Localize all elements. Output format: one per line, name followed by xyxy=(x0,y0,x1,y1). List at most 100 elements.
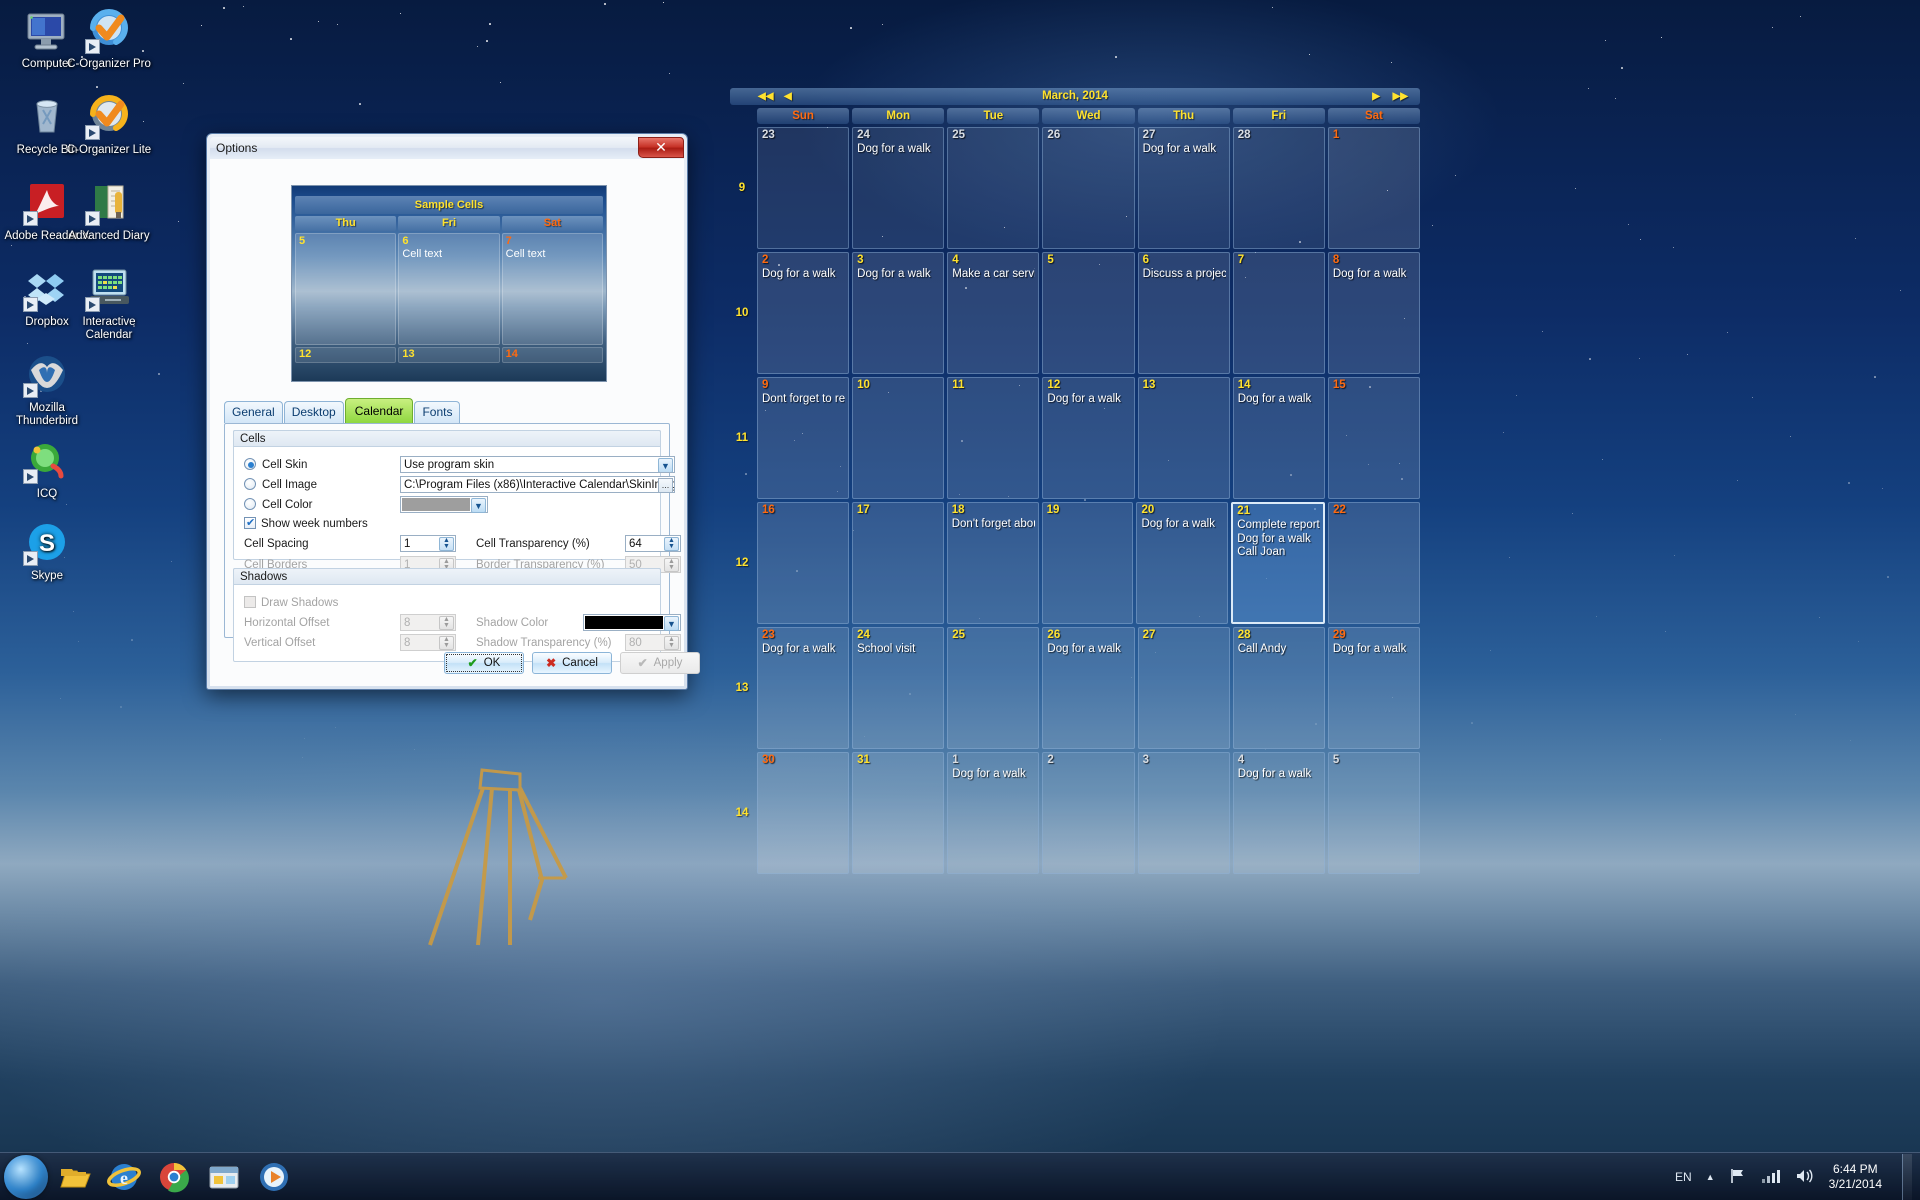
show-hidden-icons-icon[interactable]: ▲ xyxy=(1706,1172,1715,1182)
calendar-day-cell[interactable]: 23 Dog for a walk xyxy=(757,627,849,749)
calendar-day-cell[interactable]: 19 xyxy=(1042,502,1134,624)
ok-button[interactable]: ✔ OK xyxy=(444,652,524,674)
calendar-day-cell[interactable]: 27 xyxy=(1138,627,1230,749)
calendar-day-cell[interactable]: 29 Dog for a walk xyxy=(1328,627,1420,749)
system-tray[interactable]: EN ▲ 6:44 PM 3/21/2014 xyxy=(1675,1153,1920,1200)
calendar-day-cell[interactable]: 21 Complete report Dog for a walk Call Joan xyxy=(1231,502,1325,624)
calendar-day-cell[interactable]: 22 xyxy=(1328,502,1420,624)
calendar-day-cell[interactable]: 23 xyxy=(757,127,849,249)
desktop-icon-skype[interactable]: S Skype xyxy=(4,518,90,583)
calendar-event[interactable]: Dont forget to re... xyxy=(762,393,845,407)
calendar-day-cell[interactable]: 2 Dog for a walk xyxy=(757,252,849,374)
flag-icon[interactable] xyxy=(1729,1168,1747,1187)
chevron-down-icon[interactable]: ▼ xyxy=(471,498,486,513)
calendar-day-cell[interactable]: 13 xyxy=(1138,377,1230,499)
cell-skin-combobox[interactable]: Use program skin ▼ xyxy=(400,456,675,473)
desktop-icon-thunderbird[interactable]: Mozilla Thunderbird xyxy=(4,350,90,428)
calendar-day-cell[interactable]: 8 Dog for a walk xyxy=(1328,252,1420,374)
calendar-event[interactable]: Dog for a walk xyxy=(1238,393,1321,407)
calendar-grid[interactable]: 9 23 24 Dog for a walk 25 26 27 Dog for a walk 2… xyxy=(730,127,1420,874)
calendar-event[interactable]: Don't forget abou... xyxy=(952,518,1035,532)
calendar-day-cell[interactable]: 17 xyxy=(852,502,944,624)
next-month-button[interactable]: ▶ xyxy=(1372,88,1380,105)
calendar-day-cell[interactable]: 4 Dog for a walk xyxy=(1233,752,1325,874)
calendar-day-cell[interactable]: 4 Make a car service xyxy=(947,252,1039,374)
chevron-down-icon[interactable]: ▼ xyxy=(658,458,673,473)
calendar-day-cell[interactable]: 7 xyxy=(1233,252,1325,374)
cell-image-option[interactable]: Cell Image xyxy=(244,478,317,491)
calendar-day-cell[interactable]: 15 xyxy=(1328,377,1420,499)
taskbar[interactable]: e EN ▲ 6:44 PM 3/21/2014 xyxy=(0,1152,1920,1200)
cell-transparency-stepper[interactable]: 64 ▲ ▼ xyxy=(625,535,681,552)
dialog-titlebar[interactable]: Options ✕ xyxy=(210,137,684,159)
desktop-icon-c-organizer-pro[interactable]: C-Organizer Pro xyxy=(66,6,152,71)
calendar-day-cell[interactable]: 30 xyxy=(757,752,849,874)
calendar-event[interactable]: Dog for a walk xyxy=(1143,143,1226,157)
options-dialog[interactable]: Options ✕ Sample Cells Thu Fri Sat 5 6 C… xyxy=(206,133,688,690)
calendar-day-cell[interactable]: 31 xyxy=(852,752,944,874)
taskbar-media-player-icon[interactable] xyxy=(256,1159,292,1195)
previous-month-button[interactable]: ◀ xyxy=(784,88,792,105)
calendar-day-cell[interactable]: 25 xyxy=(947,627,1039,749)
calendar-day-cell[interactable]: 11 xyxy=(947,377,1039,499)
cell-color-option[interactable]: Cell Color xyxy=(244,498,313,511)
calendar-event[interactable]: Dog for a walk xyxy=(1141,518,1224,532)
cell-color-picker[interactable]: ▼ xyxy=(400,496,488,513)
calendar-day-cell[interactable]: 14 Dog for a walk xyxy=(1233,377,1325,499)
network-icon[interactable] xyxy=(1761,1168,1781,1187)
calendar-day-cell[interactable]: 26 xyxy=(1042,127,1134,249)
calendar-day-cell[interactable]: 2 xyxy=(1042,752,1134,874)
taskbar-file-manager-icon[interactable] xyxy=(206,1159,242,1195)
taskbar-google-chrome-icon[interactable] xyxy=(156,1159,192,1195)
calendar-day-cell[interactable]: 12 Dog for a walk xyxy=(1042,377,1134,499)
taskbar-windows-explorer-icon[interactable] xyxy=(58,1159,94,1195)
calendar-event[interactable]: Dog for a walk xyxy=(857,143,940,157)
cancel-button[interactable]: ✖ Cancel xyxy=(532,652,612,674)
options-tabstrip[interactable]: General Desktop Calendar Fonts xyxy=(224,398,461,423)
calendar-day-cell[interactable]: 28 xyxy=(1233,127,1325,249)
calendar-day-cell[interactable]: 25 xyxy=(947,127,1039,249)
calendar-event[interactable]: School visit xyxy=(857,643,940,657)
start-button[interactable] xyxy=(4,1155,48,1199)
cell-color-radio[interactable] xyxy=(244,498,256,510)
browse-button[interactable]: ... xyxy=(658,478,673,493)
tab-desktop[interactable]: Desktop xyxy=(284,401,344,423)
calendar-event[interactable]: Call Joan xyxy=(1237,546,1320,560)
calendar-day-cell[interactable]: 18 Don't forget abou... xyxy=(947,502,1039,624)
calendar-day-cell[interactable]: 26 Dog for a walk xyxy=(1042,627,1134,749)
calendar-day-cell[interactable]: 24 School visit xyxy=(852,627,944,749)
spinner-arrows-icon[interactable]: ▲ ▼ xyxy=(439,537,454,551)
calendar-event[interactable]: Dog for a walk xyxy=(1047,393,1130,407)
close-icon[interactable]: ✕ xyxy=(638,137,684,158)
calendar-event[interactable]: Dog for a walk xyxy=(1333,268,1416,282)
calendar-event[interactable]: Complete report xyxy=(1237,519,1320,533)
calendar-day-cell[interactable]: 9 Dont forget to re... xyxy=(757,377,849,499)
language-indicator[interactable]: EN xyxy=(1675,1170,1692,1184)
calendar-day-cell[interactable]: 24 Dog for a walk xyxy=(852,127,944,249)
calendar-event[interactable]: Dog for a walk xyxy=(1333,643,1416,657)
taskbar-internet-explorer-icon[interactable]: e xyxy=(106,1159,142,1195)
calendar-day-cell[interactable]: 16 xyxy=(757,502,849,624)
calendar-day-cell[interactable]: 10 xyxy=(852,377,944,499)
calendar-day-cell[interactable]: 3 xyxy=(1138,752,1230,874)
calendar-day-cell[interactable]: 1 xyxy=(1328,127,1420,249)
show-week-numbers-option[interactable]: Show week numbers xyxy=(244,517,368,530)
show-desktop-button[interactable] xyxy=(1902,1154,1912,1200)
desktop-icon-icq[interactable]: ICQ xyxy=(4,436,90,501)
calendar-event[interactable]: Dog for a walk xyxy=(857,268,940,282)
calendar-event[interactable]: Dog for a walk xyxy=(1047,643,1130,657)
last-month-button[interactable]: ▶▶ xyxy=(1393,88,1408,105)
calendar-day-cell[interactable]: 5 xyxy=(1042,252,1134,374)
cell-skin-option[interactable]: Cell Skin xyxy=(244,458,307,471)
calendar-event[interactable]: Dog for a walk xyxy=(762,643,845,657)
show-week-numbers-checkbox[interactable] xyxy=(244,517,256,529)
calendar-day-cell[interactable]: 20 Dog for a walk xyxy=(1136,502,1228,624)
desktop-icon-interactive-calendar[interactable]: Interactive Calendar xyxy=(66,264,152,342)
calendar-day-cell[interactable]: 1 Dog for a walk xyxy=(947,752,1039,874)
calendar-event[interactable]: Dog for a walk xyxy=(1237,533,1320,547)
tab-calendar[interactable]: Calendar xyxy=(345,398,414,423)
spinner-arrows-icon[interactable]: ▲ ▼ xyxy=(664,537,679,551)
cell-skin-radio[interactable] xyxy=(244,458,256,470)
first-month-button[interactable]: ◀◀ xyxy=(758,88,773,105)
cell-image-path-input[interactable]: C:\Program Files (x86)\Interactive Calen… xyxy=(400,476,675,493)
